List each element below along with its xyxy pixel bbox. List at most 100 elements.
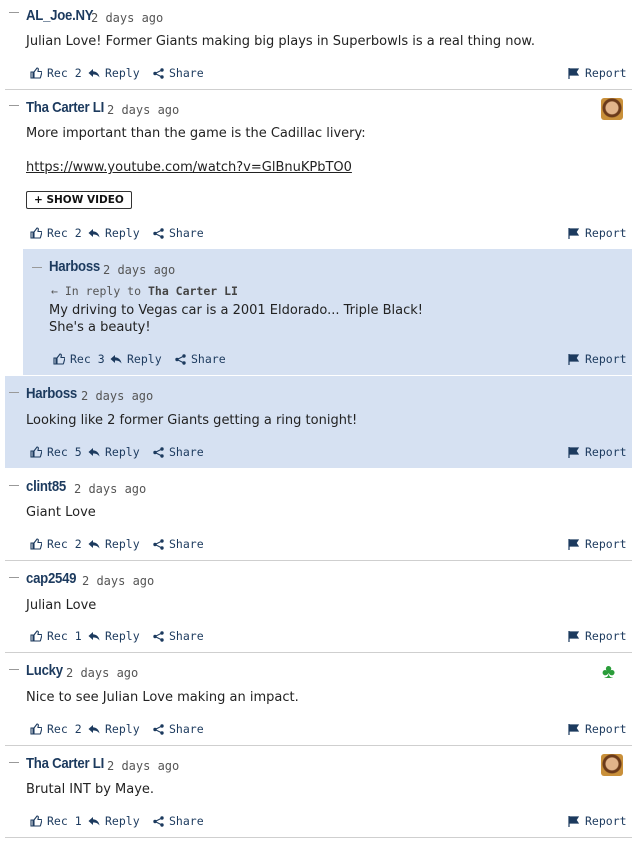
- comment-author[interactable]: Tha Carter LI: [26, 99, 104, 116]
- rec-button[interactable]: Rec 1: [30, 814, 82, 828]
- report-label: Report: [585, 814, 627, 828]
- rec-label: Rec 1: [47, 629, 82, 643]
- comment-divider: [5, 745, 632, 746]
- rec-button[interactable]: Rec 5: [30, 445, 82, 459]
- reply-button[interactable]: Reply: [88, 722, 140, 736]
- rec-button[interactable]: Rec 3: [53, 352, 105, 366]
- share-button[interactable]: Share: [153, 537, 204, 551]
- rec-button[interactable]: Rec 1: [30, 629, 82, 643]
- share-icon: [153, 630, 164, 642]
- comment-author[interactable]: Tha Carter LI: [26, 755, 104, 772]
- share-button[interactable]: Share: [153, 629, 204, 643]
- comment-time: 2 days ago: [91, 11, 164, 25]
- share-button[interactable]: Share: [175, 352, 226, 366]
- reply-label: Reply: [127, 352, 162, 366]
- rec-button[interactable]: Rec 2: [30, 226, 82, 240]
- four-leaf-clover[interactable]: ♣: [602, 662, 615, 682]
- share-icon: [153, 815, 164, 827]
- report-button[interactable]: Report: [568, 226, 627, 240]
- comment-text: Giant Love: [26, 505, 96, 520]
- share-label: Share: [169, 814, 204, 828]
- share-label: Share: [169, 537, 204, 551]
- comment-divider: [5, 89, 632, 90]
- rec-label: Rec 2: [47, 226, 82, 240]
- comment-author[interactable]: Harboss: [49, 258, 100, 275]
- share-button[interactable]: Share: [153, 226, 204, 240]
- reply-button[interactable]: Reply: [88, 66, 140, 80]
- report-button[interactable]: Report: [568, 537, 627, 551]
- report-button[interactable]: Report: [568, 722, 627, 736]
- share-icon: [153, 67, 164, 79]
- rec-button[interactable]: Rec 2: [30, 537, 82, 551]
- thumbs-up-icon: [30, 630, 42, 642]
- comment-author[interactable]: cap2549: [26, 570, 77, 587]
- thumbs-up-icon: [30, 815, 42, 827]
- collapse-toggle[interactable]: [9, 392, 19, 393]
- portrait-avatar[interactable]: [601, 98, 623, 120]
- reply-arrow-icon: [88, 816, 100, 827]
- comment-author[interactable]: Harboss: [26, 385, 77, 402]
- collapse-toggle[interactable]: [9, 105, 19, 106]
- comment-time: 2 days ago: [107, 759, 180, 773]
- share-icon: [153, 446, 164, 458]
- flag-icon: [568, 353, 580, 365]
- flag-icon: [568, 446, 580, 458]
- share-icon: [153, 723, 164, 735]
- collapse-toggle[interactable]: [9, 762, 19, 763]
- thumbs-up-icon: [30, 67, 42, 79]
- report-label: Report: [585, 445, 627, 459]
- youtube-link[interactable]: https://www.youtube.com/watch?v=GlBnuKPb…: [26, 160, 352, 175]
- reply-arrow-icon: [88, 228, 100, 239]
- reply-button[interactable]: Reply: [110, 352, 162, 366]
- collapse-toggle[interactable]: [32, 267, 42, 268]
- comment-text-line2: She's a beauty!: [49, 320, 151, 335]
- collapse-toggle[interactable]: [9, 577, 19, 578]
- flag-icon: [568, 67, 580, 79]
- share-label: Share: [169, 226, 204, 240]
- reply-arrow-icon: [88, 68, 100, 79]
- report-button[interactable]: Report: [568, 445, 627, 459]
- rec-button[interactable]: Rec 2: [30, 66, 82, 80]
- comment-time: 2 days ago: [107, 103, 180, 117]
- share-button[interactable]: Share: [153, 445, 204, 459]
- thumbs-up-icon: [30, 446, 42, 458]
- rec-label: Rec 2: [47, 66, 82, 80]
- report-button[interactable]: Report: [568, 352, 627, 366]
- comment-author[interactable]: Lucky: [26, 662, 63, 679]
- reply-button[interactable]: Reply: [88, 537, 140, 551]
- rec-label: Rec 3: [70, 352, 105, 366]
- report-button[interactable]: Report: [568, 814, 627, 828]
- reply-button[interactable]: Reply: [88, 629, 140, 643]
- comment-time: 2 days ago: [74, 482, 147, 496]
- portrait-avatar[interactable]: [601, 754, 623, 776]
- rec-label: Rec 1: [47, 814, 82, 828]
- in-reply-to[interactable]: ← In reply to Tha Carter LI: [51, 284, 238, 298]
- report-label: Report: [585, 226, 627, 240]
- share-button[interactable]: Share: [153, 722, 204, 736]
- collapse-toggle[interactable]: [9, 485, 19, 486]
- report-button[interactable]: Report: [568, 66, 627, 80]
- comment-time: 2 days ago: [81, 389, 154, 403]
- reply-arrow-icon: [88, 447, 100, 458]
- collapse-toggle[interactable]: [9, 669, 19, 670]
- share-icon: [153, 227, 164, 239]
- share-icon: [175, 353, 186, 365]
- reply-button[interactable]: Reply: [88, 814, 140, 828]
- thumbs-up-icon: [30, 227, 42, 239]
- report-label: Report: [585, 722, 627, 736]
- reply-button[interactable]: Reply: [88, 226, 140, 240]
- reply-label: Reply: [105, 722, 140, 736]
- share-button[interactable]: Share: [153, 66, 204, 80]
- comment-author[interactable]: AL_Joe.NY: [26, 7, 94, 24]
- share-button[interactable]: Share: [153, 814, 204, 828]
- report-button[interactable]: Report: [568, 629, 627, 643]
- comment-divider: [5, 652, 632, 653]
- comment-text: More important than the game is the Cadi…: [26, 126, 366, 141]
- rec-button[interactable]: Rec 2: [30, 722, 82, 736]
- collapse-toggle[interactable]: [9, 12, 19, 13]
- flag-icon: [568, 227, 580, 239]
- comment-author[interactable]: clint85: [26, 478, 66, 495]
- show-video-button[interactable]: + SHOW VIDEO: [26, 191, 132, 209]
- reply-button[interactable]: Reply: [88, 445, 140, 459]
- comment-text: Brutal INT by Maye.: [26, 782, 155, 797]
